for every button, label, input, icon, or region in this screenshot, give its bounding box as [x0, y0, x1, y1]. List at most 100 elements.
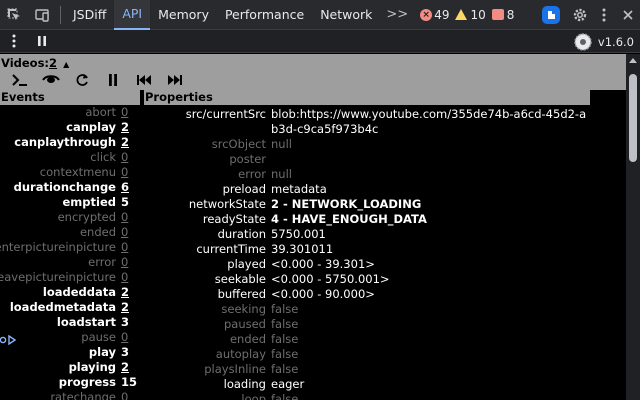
property-key: playsInline [204, 362, 266, 376]
property-row-played: played <0.000 - 39.301> [144, 257, 594, 272]
property-value: 5750.001 [271, 227, 326, 241]
message-count: 8 [506, 7, 515, 22]
devtools-tab-strip: JSDiff API Memory Performance Network >>… [0, 0, 640, 30]
warning-count: 10 [470, 7, 486, 22]
event-name: play [88, 345, 116, 359]
properties-header: Properties [144, 90, 590, 105]
eye-icon[interactable] [35, 71, 66, 89]
event-count[interactable]: 0 [121, 255, 128, 270]
property-key: played [227, 257, 266, 271]
property-value: false [271, 317, 299, 331]
close-devtools-icon[interactable] [616, 0, 640, 30]
media-controls [4, 71, 190, 89]
settings-gear-icon[interactable] [568, 0, 592, 30]
event-name: pause [81, 330, 116, 344]
property-row-loading: loading eager [144, 377, 594, 392]
event-count[interactable]: 0 [121, 270, 128, 285]
error-counter[interactable]: × 49 [420, 0, 449, 30]
event-row-loadedmetadata: loadedmetadata 2 [0, 300, 140, 315]
refresh-icon[interactable] [66, 71, 97, 89]
media-panel-header: Videos:2 ▲ [0, 54, 626, 90]
event-count[interactable]: 0 [121, 210, 128, 225]
property-key: loading [223, 377, 266, 391]
property-value [271, 152, 589, 167]
toolbar-divider [60, 5, 61, 24]
event-count: 3 [121, 315, 130, 329]
property-key: seeking [221, 302, 266, 316]
event-name: contextmenu [39, 165, 116, 179]
event-count: 3 [121, 345, 130, 359]
message-counter[interactable]: 8 [491, 0, 515, 30]
event-count[interactable]: 2 [121, 360, 129, 375]
property-key: error [238, 167, 266, 181]
event-row-pause: pause 0 [0, 330, 140, 345]
more-tabs-button[interactable]: >> [380, 0, 414, 30]
event-name: loadeddata [42, 285, 116, 299]
property-row-networkstate: networkState 2 - NETWORK_LOADING [144, 197, 594, 212]
event-count[interactable]: 0 [121, 330, 128, 345]
videos-selector[interactable]: Videos:2 ▲ [1, 56, 69, 70]
property-value: <0.000 - 90.000> [271, 287, 375, 301]
scrollbar-thumb[interactable] [629, 74, 637, 162]
extension-logo-icon [572, 30, 594, 53]
event-row-error: error 0 [0, 255, 140, 270]
skip-back-icon[interactable] [128, 71, 159, 89]
event-count[interactable]: 0 [121, 165, 128, 180]
property-key: srcObject [211, 137, 266, 151]
event-name: canplay [66, 120, 116, 134]
property-value: null [271, 137, 292, 151]
extension-action-button[interactable] [542, 6, 560, 24]
event-name: leavepictureinpicture [0, 270, 116, 284]
event-row-ended: ended 0 [0, 225, 140, 240]
event-count: 15 [121, 375, 138, 389]
events-list: abort 0 canplay 2 canplaythrough 2 click 0 c… [0, 105, 140, 400]
pause-video-icon[interactable] [97, 71, 128, 89]
event-row-canplaythrough: canplaythrough 2 [0, 135, 140, 150]
tab-performance[interactable]: Performance [217, 0, 312, 30]
videos-count[interactable]: 2 [49, 56, 57, 70]
event-count[interactable]: 2 [121, 135, 129, 150]
event-name: error [88, 255, 116, 269]
event-count[interactable]: 0 [121, 105, 128, 120]
property-value: false [271, 332, 299, 346]
pause-recording-icon[interactable] [28, 30, 56, 53]
inspect-element-icon[interactable] [0, 0, 28, 30]
property-row-seeking: seeking false [144, 302, 594, 317]
panel-menu-icon[interactable] [0, 30, 28, 53]
event-row-ratechange: ratechange 0 [0, 390, 140, 400]
property-value: metadata [271, 182, 327, 196]
event-count[interactable]: 2 [121, 300, 129, 315]
event-count[interactable]: 0 [121, 225, 128, 240]
tab-api[interactable]: API [114, 0, 151, 30]
event-count[interactable]: 0 [121, 390, 128, 400]
property-row-seekable: seekable <0.000 - 5750.001> [144, 272, 594, 287]
property-value: 2 - NETWORK_LOADING [271, 197, 422, 211]
event-count[interactable]: 6 [121, 180, 129, 195]
property-row-buffered: buffered <0.000 - 90.000> [144, 287, 594, 302]
row-marker-icon [0, 335, 18, 345]
tab-memory[interactable]: Memory [150, 0, 217, 30]
property-row-paused: paused false [144, 317, 594, 332]
property-value: false [271, 362, 299, 376]
event-count[interactable]: 2 [121, 285, 129, 300]
device-toolbar-icon[interactable] [28, 0, 56, 30]
event-count[interactable]: 0 [121, 150, 128, 165]
event-count[interactable]: 2 [121, 120, 129, 135]
vertical-scrollbar[interactable] [626, 54, 640, 400]
console-prompt-icon[interactable] [4, 71, 35, 89]
scroll-up-arrow-icon[interactable] [629, 58, 637, 63]
videos-label: Videos: [1, 56, 50, 70]
warning-counter[interactable]: 10 [455, 0, 486, 30]
property-row-poster: poster [144, 152, 594, 167]
event-name: ended [79, 225, 116, 239]
more-options-icon[interactable] [592, 0, 616, 30]
event-count[interactable]: 0 [121, 240, 128, 255]
event-name: ratechange [50, 390, 116, 400]
property-row-playsinline: playsInline false [144, 362, 594, 377]
property-key: loop [241, 392, 266, 400]
property-value: 4 - HAVE_ENOUGH_DATA [271, 212, 427, 226]
tab-network[interactable]: Network [312, 0, 380, 30]
skip-forward-icon[interactable] [159, 71, 190, 89]
tab-jsdiff[interactable]: JSDiff [65, 0, 114, 30]
event-name: abort [85, 105, 116, 119]
